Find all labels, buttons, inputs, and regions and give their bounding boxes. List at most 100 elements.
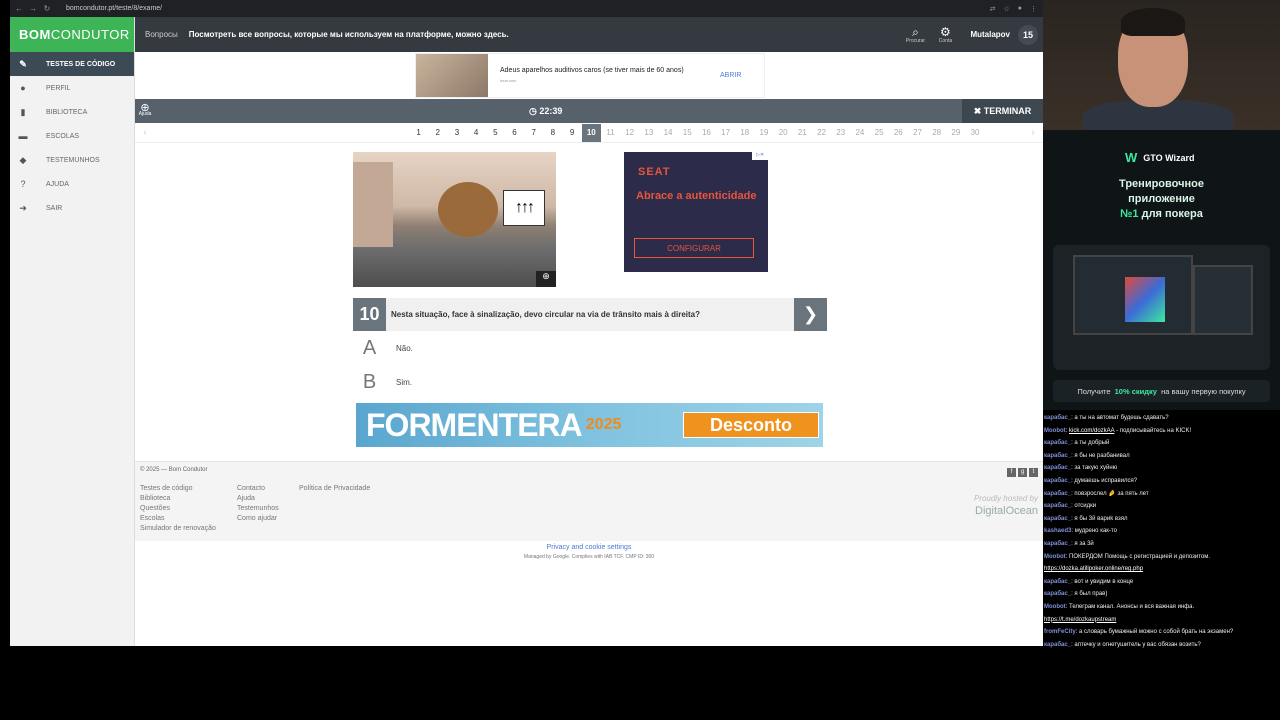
forward-icon[interactable]: →	[28, 4, 38, 13]
bookmark-star-icon[interactable]: ☆	[1003, 5, 1009, 13]
chat-username[interactable]: карабас_	[1044, 415, 1071, 421]
search-button[interactable]: ⌕ Procurar	[900, 26, 930, 44]
zoom-icon[interactable]: ⊕	[536, 271, 556, 287]
footer-link[interactable]: Testes de código	[140, 484, 216, 494]
page-26[interactable]: 26	[889, 124, 908, 142]
privacy-settings-link[interactable]: Privacy and cookie settings	[135, 544, 1043, 551]
page-1[interactable]: 1	[409, 124, 428, 142]
chat-username[interactable]: kashaed3	[1044, 528, 1071, 534]
twitter-icon[interactable]: t	[1029, 468, 1038, 477]
back-icon[interactable]: ←	[14, 4, 24, 13]
page-7[interactable]: 7	[524, 124, 543, 142]
username[interactable]: Mutalapov	[970, 30, 1010, 39]
footer-link[interactable]: Ajuda	[237, 494, 279, 504]
answer-option-b[interactable]: B Sim.	[353, 366, 827, 399]
chat-username[interactable]: карабас_	[1044, 591, 1071, 597]
hosting-badge[interactable]: Proudly hosted by DigitalOcean	[974, 492, 1038, 517]
chat-username[interactable]: карабас_	[1044, 491, 1071, 497]
page-13[interactable]: 13	[639, 124, 658, 142]
chat-username[interactable]: карабас_	[1044, 541, 1071, 547]
chat-text[interactable]: kick.com/dozkAA	[1069, 428, 1114, 434]
chat-username[interactable]: карабас_	[1044, 440, 1071, 446]
site-logo[interactable]: BOM CONDUTOR	[10, 17, 134, 52]
google-plus-icon[interactable]: g	[1018, 468, 1027, 477]
page-17[interactable]: 17	[716, 124, 735, 142]
page-29[interactable]: 29	[946, 124, 965, 142]
footer-link[interactable]: Testemunhos	[237, 504, 279, 514]
sidebar-item-biblioteca[interactable]: ▮ BIBLIOTECA	[10, 100, 134, 124]
sidebar-item-testes[interactable]: ✎ TESTES DE CÓDIGO	[10, 52, 134, 76]
chat-username[interactable]: карабас_	[1044, 642, 1071, 648]
page-12[interactable]: 12	[620, 124, 639, 142]
page-2[interactable]: 2	[428, 124, 447, 142]
page-5[interactable]: 5	[486, 124, 505, 142]
page-25[interactable]: 25	[870, 124, 889, 142]
chat-username[interactable]: карабас_	[1044, 579, 1071, 585]
footer-link[interactable]: Questões	[140, 504, 216, 514]
footer-link[interactable]: Política de Privacidade	[299, 484, 370, 494]
top-ad[interactable]: Adeus aparelhos auditivos caros (se tive…	[415, 53, 765, 98]
sidebar-item-testemunhos[interactable]: ◆ TESTEMUNHOS	[10, 148, 134, 172]
chat-username[interactable]: Moobot	[1044, 604, 1066, 610]
footer-link[interactable]: Contacto	[237, 484, 279, 494]
sidebar-item-ajuda[interactable]: ? AJUDA	[10, 172, 134, 196]
page-14[interactable]: 14	[658, 124, 677, 142]
chat-text[interactable]: https://dozka.atillpoker.online/reg.php	[1044, 566, 1143, 572]
footer-link[interactable]: Como ajudar	[237, 514, 279, 524]
page-16[interactable]: 16	[697, 124, 716, 142]
page-28[interactable]: 28	[927, 124, 946, 142]
pager-next-icon[interactable]: ›	[1023, 127, 1043, 138]
sidebar-item-perfil[interactable]: ● PERFIL	[10, 76, 134, 100]
translate-icon[interactable]: ⇄	[990, 5, 996, 13]
adchoices-icon[interactable]: ▷✕	[752, 152, 768, 160]
page-8[interactable]: 8	[543, 124, 562, 142]
reload-icon[interactable]: ↻	[42, 4, 52, 13]
page-11[interactable]: 11	[601, 124, 620, 142]
sidebar-item-sair[interactable]: ➜ SAIR	[10, 196, 134, 220]
chat-username[interactable]: карабас_	[1044, 465, 1071, 471]
answer-option-a[interactable]: A Não.	[353, 332, 827, 365]
chat-username[interactable]: fromFeCity	[1044, 629, 1076, 635]
page-23[interactable]: 23	[831, 124, 850, 142]
page-18[interactable]: 18	[735, 124, 754, 142]
page-9[interactable]: 9	[563, 124, 582, 142]
page-30[interactable]: 30	[965, 124, 984, 142]
page-20[interactable]: 20	[774, 124, 793, 142]
ad-open-button[interactable]: ABRIR	[720, 72, 741, 79]
sidebar-item-escolas[interactable]: ▬ ESCOLAS	[10, 124, 134, 148]
address-bar[interactable]: bomcondutor.pt/teste/8/exame/	[66, 5, 162, 12]
page-27[interactable]: 27	[908, 124, 927, 142]
side-ad[interactable]: ▷✕ SEAT Abrace a autenticidade CONFIGURA…	[624, 152, 768, 272]
chat-username[interactable]: карабас_	[1044, 516, 1071, 522]
questions-info-text[interactable]: Посмотреть все вопросы, которые мы испол…	[189, 30, 509, 39]
pager-prev-icon[interactable]: ‹	[135, 127, 155, 138]
page-22[interactable]: 22	[812, 124, 831, 142]
finish-button[interactable]: ✖ TERMINAR	[962, 99, 1043, 123]
ad-configure-button[interactable]: CONFIGURAR	[634, 238, 754, 258]
next-question-button[interactable]: ❯	[794, 298, 827, 331]
page-21[interactable]: 21	[793, 124, 812, 142]
page-15[interactable]: 15	[678, 124, 697, 142]
banner-discount-button[interactable]: Desconto	[683, 412, 819, 438]
question-image[interactable]: ↑↑↑ ⊕	[353, 152, 556, 287]
menu-kebab-icon[interactable]: ⋮	[1030, 5, 1037, 13]
chat-username[interactable]: Moobot	[1044, 554, 1066, 560]
page-19[interactable]: 19	[754, 124, 773, 142]
facebook-icon[interactable]: f	[1007, 468, 1016, 477]
chat-username[interactable]: карабас_	[1044, 478, 1071, 484]
chat-username[interactable]: карабас_	[1044, 453, 1071, 459]
footer-link[interactable]: Biblioteca	[140, 494, 216, 504]
page-24[interactable]: 24	[850, 124, 869, 142]
footer-link[interactable]: Simulador de renovação	[140, 524, 216, 534]
questions-link[interactable]: Вопросы	[145, 30, 178, 39]
profile-avatar-icon[interactable]: ●	[1018, 5, 1022, 13]
banner-ad[interactable]: FORMENTERA 2025 Desconto	[356, 403, 823, 447]
help-button[interactable]: ⊕ Ajuda	[135, 103, 155, 118]
chat-username[interactable]: Moobot	[1044, 428, 1066, 434]
page-6[interactable]: 6	[505, 124, 524, 142]
account-button[interactable]: ⚙ Conta	[930, 26, 960, 44]
chat-username[interactable]: карабас_	[1044, 503, 1071, 509]
footer-link[interactable]: Escolas	[140, 514, 216, 524]
page-3[interactable]: 3	[447, 124, 466, 142]
chat-text[interactable]: https://t.me/dozkaupstream	[1044, 617, 1116, 623]
